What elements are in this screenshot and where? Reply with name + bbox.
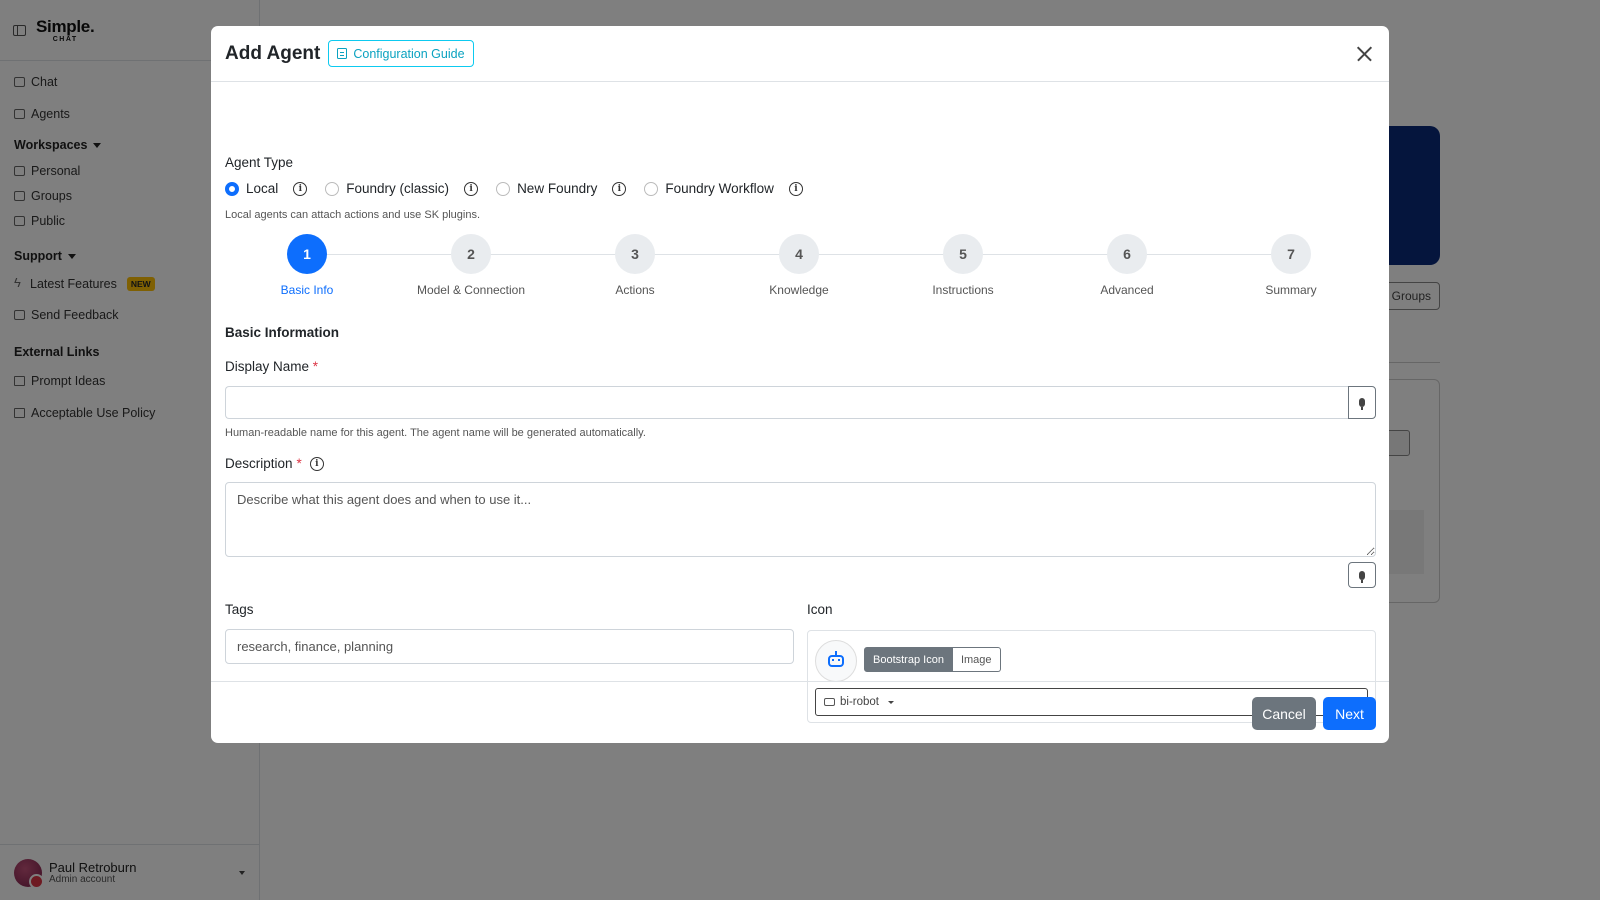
agent-type-help: Local agents can attach actions and use … bbox=[225, 209, 481, 221]
description-label-text: Description bbox=[225, 456, 293, 471]
agent-type-radio-group: Local i Foundry (classic) i New Foundry … bbox=[225, 181, 821, 196]
step-model-connection[interactable]: 2 Model & Connection bbox=[401, 234, 541, 297]
modal-header: Add Agent Configuration Guide bbox=[211, 26, 1389, 82]
step-number: 5 bbox=[943, 234, 983, 274]
modal-title: Add Agent bbox=[225, 42, 321, 64]
microphone-icon bbox=[1359, 570, 1365, 583]
agent-type-local[interactable]: Local i bbox=[225, 181, 308, 196]
radio-label: Local bbox=[246, 181, 279, 196]
step-number: 4 bbox=[779, 234, 819, 274]
dictate-button[interactable] bbox=[1348, 386, 1376, 419]
display-name-help: Human-readable name for this agent. The … bbox=[225, 427, 646, 439]
step-actions[interactable]: 3 Actions bbox=[565, 234, 705, 297]
step-advanced[interactable]: 6 Advanced bbox=[1057, 234, 1197, 297]
bootstrap-icon-button[interactable]: Bootstrap Icon bbox=[864, 647, 953, 672]
next-button[interactable]: Next bbox=[1323, 697, 1376, 730]
step-number: 1 bbox=[287, 234, 327, 274]
wizard-stepper: 1 Basic Info 2 Model & Connection 3 Acti… bbox=[225, 234, 1375, 306]
radio-foundry-workflow[interactable] bbox=[644, 181, 659, 196]
tags-label: Tags bbox=[225, 602, 254, 617]
cancel-button[interactable]: Cancel bbox=[1252, 697, 1316, 730]
modal-footer: Cancel Next bbox=[211, 681, 1389, 743]
description-label: Description * i bbox=[225, 456, 324, 471]
step-label: Actions bbox=[615, 283, 655, 297]
robot-icon bbox=[828, 651, 844, 667]
info-icon[interactable]: i bbox=[293, 181, 308, 196]
step-number: 3 bbox=[615, 234, 655, 274]
agent-type-label: Agent Type bbox=[225, 155, 294, 170]
modal-body: Agent Type Local i Foundry (classic) i N… bbox=[211, 82, 1389, 723]
radio-foundry-classic[interactable] bbox=[325, 181, 340, 196]
required-mark: * bbox=[312, 359, 319, 374]
step-number: 2 bbox=[451, 234, 491, 274]
info-icon[interactable]: i bbox=[612, 181, 627, 196]
display-name-label-text: Display Name bbox=[225, 359, 310, 374]
step-knowledge[interactable]: 4 Knowledge bbox=[729, 234, 869, 297]
info-icon[interactable]: i bbox=[464, 181, 479, 196]
radio-local[interactable] bbox=[225, 181, 239, 196]
step-label: Instructions bbox=[932, 283, 994, 297]
step-label: Basic Info bbox=[280, 283, 334, 297]
journal-icon bbox=[337, 48, 348, 59]
agent-type-new-foundry[interactable]: New Foundry i bbox=[496, 181, 627, 196]
image-button[interactable]: Image bbox=[952, 647, 1001, 672]
agent-type-foundry-workflow[interactable]: Foundry Workflow i bbox=[644, 181, 803, 196]
step-number: 6 bbox=[1107, 234, 1147, 274]
dictate-description-button[interactable] bbox=[1348, 562, 1376, 588]
tags-input[interactable] bbox=[225, 629, 794, 664]
info-icon[interactable]: i bbox=[309, 456, 324, 471]
step-basic-info[interactable]: 1 Basic Info bbox=[237, 234, 377, 297]
step-label: Summary bbox=[1265, 283, 1317, 297]
display-name-input[interactable] bbox=[225, 386, 1348, 419]
icon-label: Icon bbox=[807, 602, 833, 617]
icon-preview bbox=[815, 640, 857, 682]
radio-label: Foundry (classic) bbox=[346, 181, 450, 196]
step-label: Model & Connection bbox=[416, 283, 526, 297]
display-name-group bbox=[225, 386, 1376, 419]
required-mark: * bbox=[296, 456, 302, 471]
configuration-guide-button[interactable]: Configuration Guide bbox=[328, 40, 474, 67]
add-agent-modal: Add Agent Configuration Guide Agent Type… bbox=[211, 26, 1389, 743]
radio-label: Foundry Workflow bbox=[665, 181, 774, 196]
step-summary[interactable]: 7 Summary bbox=[1221, 234, 1361, 297]
step-label: Knowledge bbox=[769, 283, 829, 297]
description-textarea[interactable] bbox=[225, 482, 1376, 557]
close-icon[interactable] bbox=[1353, 43, 1375, 65]
icon-mode-toggle: Bootstrap Icon Image bbox=[864, 647, 1001, 672]
step-number: 7 bbox=[1271, 234, 1311, 274]
info-icon[interactable]: i bbox=[788, 181, 803, 196]
radio-new-foundry[interactable] bbox=[496, 181, 511, 196]
section-title: Basic Information bbox=[225, 325, 340, 340]
agent-type-foundry-classic[interactable]: Foundry (classic) i bbox=[325, 181, 479, 196]
step-label: Advanced bbox=[1100, 283, 1154, 297]
radio-label: New Foundry bbox=[517, 181, 598, 196]
guide-button-label: Configuration Guide bbox=[353, 46, 465, 61]
display-name-label: Display Name * bbox=[225, 359, 318, 374]
step-instructions[interactable]: 5 Instructions bbox=[893, 234, 1033, 297]
microphone-icon bbox=[1359, 398, 1365, 410]
